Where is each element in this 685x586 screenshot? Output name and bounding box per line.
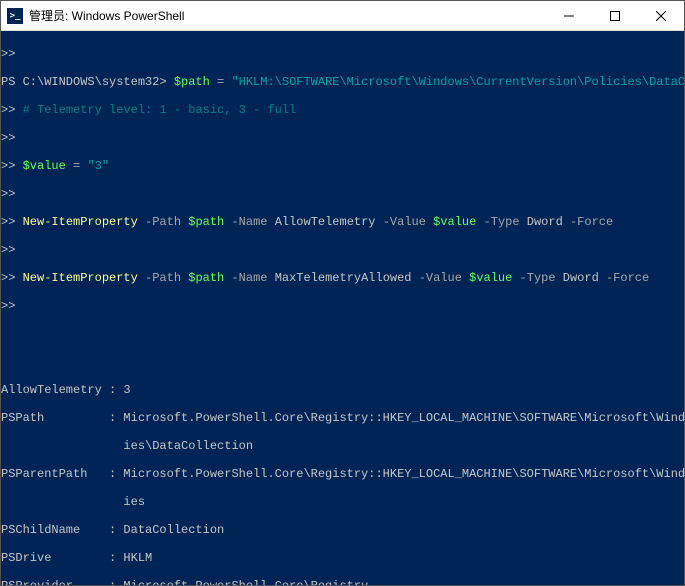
output-line: PSPath : Microsoft.PowerShell.Core\Regis… bbox=[1, 411, 684, 425]
maximize-button[interactable] bbox=[592, 1, 638, 30]
command-line: >> # Telemetry level: 1 - basic, 3 - ful… bbox=[1, 103, 684, 117]
command-line: >> New-ItemProperty -Path $path -Name Al… bbox=[1, 215, 684, 229]
command-line: >> $value = "3" bbox=[1, 159, 684, 173]
command-line: >> New-ItemProperty -Path $path -Name Ma… bbox=[1, 271, 684, 285]
console-area[interactable]: >> PS C:\WINDOWS\system32> $path = "HKLM… bbox=[1, 31, 684, 585]
minimize-icon bbox=[564, 11, 574, 21]
cont-prompt: >> bbox=[1, 299, 684, 313]
blank-line bbox=[1, 327, 684, 341]
output-line: PSChildName : DataCollection bbox=[1, 523, 684, 537]
titlebar[interactable]: >_ 管理员: Windows PowerShell bbox=[1, 1, 684, 31]
minimize-button[interactable] bbox=[546, 1, 592, 30]
blank-line bbox=[1, 355, 684, 369]
close-button[interactable] bbox=[638, 1, 684, 30]
cont-prompt: >> bbox=[1, 47, 684, 61]
output-line: PSProvider : Microsoft.PowerShell.Core\R… bbox=[1, 579, 684, 585]
maximize-icon bbox=[610, 11, 620, 21]
cont-prompt: >> bbox=[1, 243, 684, 257]
command-line: PS C:\WINDOWS\system32> $path = "HKLM:\S… bbox=[1, 75, 684, 89]
powershell-icon: >_ bbox=[7, 8, 23, 24]
window-title: 管理员: Windows PowerShell bbox=[29, 7, 546, 24]
powershell-icon-glyph: >_ bbox=[10, 11, 21, 21]
output-line: ies\DataCollection bbox=[1, 439, 684, 453]
output-line: PSDrive : HKLM bbox=[1, 551, 684, 565]
output-line: PSParentPath : Microsoft.PowerShell.Core… bbox=[1, 467, 684, 481]
output-line: AllowTelemetry : 3 bbox=[1, 383, 684, 397]
close-icon bbox=[656, 11, 666, 21]
window-controls bbox=[546, 1, 684, 30]
output-line: ies bbox=[1, 495, 684, 509]
cont-prompt: >> bbox=[1, 131, 684, 145]
powershell-window: >_ 管理员: Windows PowerShell >> PS C:\WIND… bbox=[0, 0, 685, 586]
cont-prompt: >> bbox=[1, 187, 684, 201]
